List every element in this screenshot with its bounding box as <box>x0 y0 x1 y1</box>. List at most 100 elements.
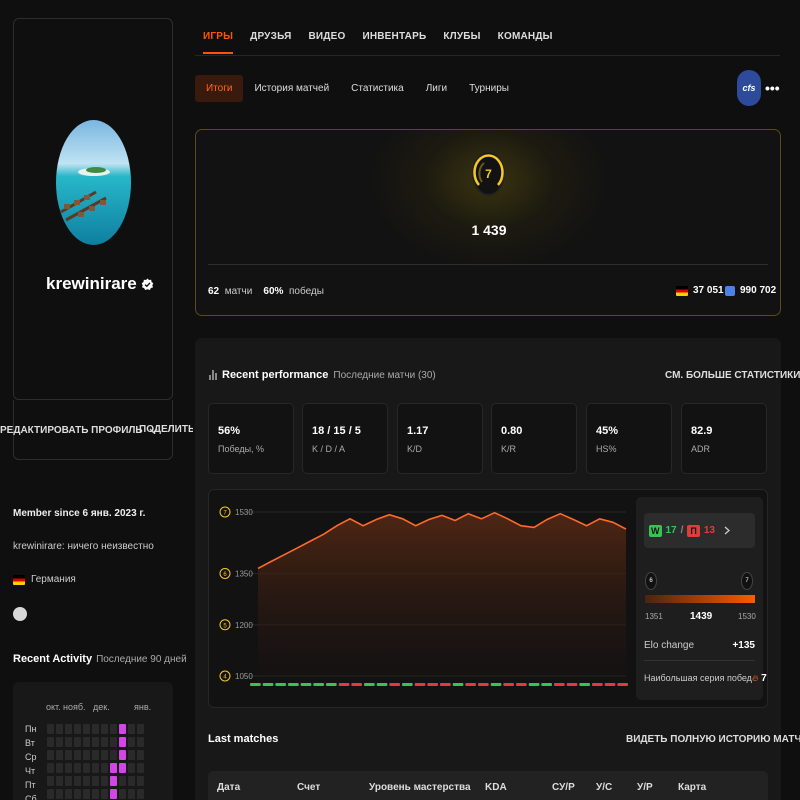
tab-clubs[interactable]: КЛУБЫ <box>443 31 480 54</box>
activity-cell[interactable] <box>56 724 63 734</box>
subtab-match-history[interactable]: История матчей <box>243 75 340 102</box>
column-header[interactable]: Дата <box>217 782 240 793</box>
activity-cell[interactable] <box>137 776 144 786</box>
column-header[interactable]: Уровень мастерства <box>369 782 471 793</box>
activity-cell[interactable] <box>92 789 99 799</box>
tab-inventory[interactable]: ИНВЕНТАРЬ <box>362 31 426 54</box>
match-result-mark[interactable] <box>402 683 413 686</box>
more-icon[interactable]: ••• <box>765 80 780 96</box>
activity-cell[interactable] <box>110 789 117 799</box>
subtab-tournaments[interactable]: Турниры <box>458 75 520 102</box>
activity-cell[interactable] <box>110 737 117 747</box>
activity-cell[interactable] <box>119 750 126 760</box>
tab-games[interactable]: ИГРЫ <box>203 31 234 54</box>
activity-cell[interactable] <box>56 750 63 760</box>
activity-cell[interactable] <box>101 750 108 760</box>
activity-cell[interactable] <box>65 737 72 747</box>
match-result-mark[interactable] <box>465 683 476 686</box>
activity-cell[interactable] <box>83 763 90 773</box>
activity-cell[interactable] <box>56 776 63 786</box>
activity-cell[interactable] <box>137 724 144 734</box>
match-result-mark[interactable] <box>592 683 603 686</box>
activity-cell[interactable] <box>83 776 90 786</box>
activity-cell[interactable] <box>92 776 99 786</box>
activity-cell[interactable] <box>101 789 108 799</box>
activity-cell[interactable] <box>83 750 90 760</box>
match-result-mark[interactable] <box>262 683 274 686</box>
activity-cell[interactable] <box>119 763 126 773</box>
match-result-mark[interactable] <box>389 683 400 686</box>
match-result-mark[interactable] <box>516 683 527 686</box>
match-result-mark[interactable] <box>528 683 540 686</box>
activity-cell[interactable] <box>137 763 144 773</box>
activity-cell[interactable] <box>65 750 72 760</box>
activity-cell[interactable] <box>65 789 72 799</box>
activity-cell[interactable] <box>74 789 81 799</box>
match-result-mark[interactable] <box>503 683 514 686</box>
activity-cell[interactable] <box>128 737 135 747</box>
activity-cell[interactable] <box>65 763 72 773</box>
activity-cell[interactable] <box>47 750 54 760</box>
steam-icon[interactable] <box>13 607 27 621</box>
activity-cell[interactable] <box>92 763 99 773</box>
match-result-mark[interactable] <box>427 683 438 686</box>
activity-cell[interactable] <box>128 763 135 773</box>
activity-cell[interactable] <box>74 763 81 773</box>
game-logo-icon[interactable]: cfs <box>737 70 761 106</box>
activity-cell[interactable] <box>83 789 90 799</box>
match-result-mark[interactable] <box>478 683 489 686</box>
column-header[interactable]: KDA <box>485 782 507 793</box>
activity-cell[interactable] <box>101 724 108 734</box>
activity-cell[interactable] <box>137 789 144 799</box>
match-result-mark[interactable] <box>541 683 552 686</box>
activity-cell[interactable] <box>47 737 54 747</box>
match-result-mark[interactable] <box>604 683 616 686</box>
match-result-mark[interactable] <box>313 683 324 686</box>
activity-cell[interactable] <box>92 737 99 747</box>
subtab-leagues[interactable]: Лиги <box>415 75 458 102</box>
activity-cell[interactable] <box>74 737 81 747</box>
activity-cell[interactable] <box>56 737 63 747</box>
activity-cell[interactable] <box>119 789 126 799</box>
match-result-mark[interactable] <box>566 683 578 686</box>
avatar[interactable] <box>56 120 131 245</box>
share-button[interactable]: ПОДЕЛИТЬСЯ <box>133 423 193 436</box>
match-result-mark[interactable] <box>275 683 286 686</box>
activity-cell[interactable] <box>65 776 72 786</box>
win-loss-summary[interactable]: W 17 / П 13 <box>644 513 755 548</box>
match-result-mark[interactable] <box>338 683 350 686</box>
column-header[interactable]: Счет <box>297 782 320 793</box>
column-header[interactable]: СУ/Р <box>552 782 575 793</box>
activity-cell[interactable] <box>110 750 117 760</box>
activity-cell[interactable] <box>56 763 63 773</box>
activity-cell[interactable] <box>128 750 135 760</box>
activity-cell[interactable] <box>65 724 72 734</box>
match-result-mark[interactable] <box>300 683 312 686</box>
subtab-statistics[interactable]: Статистика <box>340 75 415 102</box>
activity-cell[interactable] <box>83 737 90 747</box>
activity-cell[interactable] <box>101 763 108 773</box>
activity-cell[interactable] <box>119 724 126 734</box>
match-result-mark[interactable] <box>554 683 565 686</box>
match-result-mark[interactable] <box>579 683 590 686</box>
match-result-mark[interactable] <box>452 683 464 686</box>
tab-friends[interactable]: ДРУЗЬЯ <box>250 31 291 54</box>
activity-cell[interactable] <box>137 737 144 747</box>
column-header[interactable]: Карта <box>678 782 706 793</box>
activity-cell[interactable] <box>47 763 54 773</box>
activity-cell[interactable] <box>74 750 81 760</box>
activity-cell[interactable] <box>128 776 135 786</box>
activity-cell[interactable] <box>74 724 81 734</box>
activity-cell[interactable] <box>119 776 126 786</box>
activity-cell[interactable] <box>92 724 99 734</box>
match-result-mark[interactable] <box>376 683 388 686</box>
match-result-mark[interactable] <box>364 683 375 686</box>
match-result-mark[interactable] <box>414 683 426 686</box>
activity-cell[interactable] <box>128 724 135 734</box>
see-more-stats-link[interactable]: СМ. БОЛЬШЕ СТАТИСТИКИ <box>665 370 800 381</box>
match-result-mark[interactable] <box>351 683 362 686</box>
column-header[interactable]: У/Р <box>637 782 653 793</box>
match-result-mark[interactable] <box>617 683 628 686</box>
activity-cell[interactable] <box>110 724 117 734</box>
activity-cell[interactable] <box>101 776 108 786</box>
